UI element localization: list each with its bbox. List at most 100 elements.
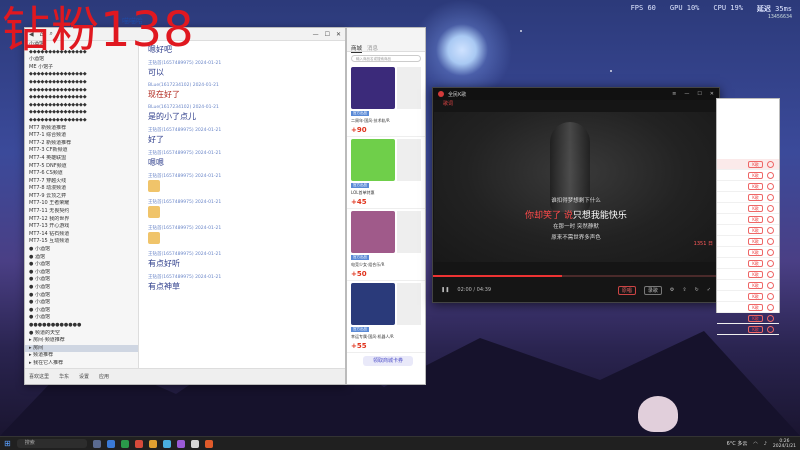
add-icon[interactable] (767, 183, 774, 190)
app-icon[interactable] (162, 439, 171, 448)
song-list-row[interactable]: K歌 (717, 159, 779, 170)
channel-tree-item[interactable]: MT7-6 CS频道 (25, 170, 138, 178)
song-list-row[interactable]: K歌 (717, 214, 779, 225)
app-icon[interactable] (204, 439, 213, 448)
channel-tree-item[interactable]: ● 酒馆 (25, 254, 138, 262)
channel-tree-item[interactable]: ◆◆◆◆◆◆◆◆◆◆◆◆◆◆◆ (25, 102, 138, 110)
weather-readout[interactable]: 6°C 多云 (727, 440, 748, 447)
shop-coupon-button[interactable]: 领取商城卡券 (363, 356, 413, 366)
sing-button[interactable]: K歌 (748, 282, 763, 289)
app-icon[interactable] (120, 439, 129, 448)
start-icon[interactable]: ⊞ (4, 439, 11, 448)
channel-tree-item[interactable]: MT7-11 无畏契约 (25, 208, 138, 216)
sing-button[interactable]: K歌 (748, 183, 763, 190)
channel-tree-item[interactable]: MT7-4 英雄联盟 (25, 155, 138, 163)
channel-tree-item[interactable]: MT7-5 DNF频道 (25, 163, 138, 171)
song-list-row[interactable]: K歌 (717, 269, 779, 280)
maximize-icon[interactable]: ☐ (697, 91, 701, 97)
add-icon[interactable] (767, 205, 774, 212)
channel-tree-item[interactable]: ●●●●●●●●●●●● (25, 322, 138, 330)
channel-tree-item[interactable]: ◆◆◆◆◆◆◆◆◆◆◆◆◆◆◆ (25, 87, 138, 95)
sing-button[interactable]: K歌 (748, 260, 763, 267)
channel-tree-item[interactable]: ◆◆◆◆◆◆◆◆◆◆◆◆◆◆◆ (25, 109, 138, 117)
sing-button[interactable]: K歌 (748, 172, 763, 179)
song-list-row[interactable]: K歌 (717, 247, 779, 258)
add-icon[interactable] (767, 249, 774, 256)
add-icon[interactable] (767, 293, 774, 300)
channel-tree-item[interactable]: ◆◆◆◆◆◆◆◆◆◆◆◆◆◆◆ (25, 79, 138, 87)
song-list-row[interactable]: K歌 (717, 170, 779, 181)
add-icon[interactable] (767, 216, 774, 223)
channel-tree-item[interactable]: MT7-12 我的世界 (25, 216, 138, 224)
sing-button[interactable]: K歌 (748, 205, 763, 212)
channel-tree-item[interactable]: MT7-10 王者荣耀 (25, 200, 138, 208)
channel-tree-item[interactable]: MT7-14 钻石频道 (25, 231, 138, 239)
sing-button[interactable]: K歌 (748, 227, 763, 234)
chat-bottom-button[interactable]: 喜欢这里 (29, 373, 49, 380)
channel-tree-item[interactable]: MT7 新频道推荐 (25, 125, 138, 133)
close-icon[interactable]: ✕ (336, 31, 341, 38)
add-icon[interactable] (767, 315, 774, 322)
channel-tree-item[interactable]: ME 小馆子 (25, 64, 138, 72)
volume-icon[interactable]: ♪ (764, 441, 767, 447)
shop-item[interactable]: 官方出品 LOL首单特惠 +45 (347, 137, 425, 209)
app-icon[interactable] (148, 439, 157, 448)
add-icon[interactable] (767, 304, 774, 311)
clock[interactable]: 0:26 2024/1/21 (773, 439, 796, 449)
add-icon[interactable] (767, 227, 774, 234)
channel-tree-item[interactable]: MT7-8 动漫频道 (25, 185, 138, 193)
sing-button[interactable]: K歌 (748, 238, 763, 245)
close-icon[interactable]: ✕ (710, 91, 714, 97)
shop-search-input[interactable]: 输入商品名或搜索商品 (351, 55, 421, 62)
sing-button[interactable]: K歌 (748, 216, 763, 223)
sing-button[interactable]: K歌 (748, 194, 763, 201)
channel-tree-item[interactable]: ▸ 房间·频道推荐 (25, 337, 138, 345)
shop-item[interactable]: 官方出品 电竞少女·组合乐/R +50 (347, 209, 425, 281)
taskbar-search[interactable]: 搜索 (16, 439, 87, 448)
song-list-row[interactable]: K歌 (717, 203, 779, 214)
chat-bottom-button[interactable]: 设置 (79, 373, 89, 380)
record-button[interactable]: 录歌 (643, 285, 662, 295)
player-subtitle[interactable]: 歌词 (433, 100, 719, 110)
minimize-icon[interactable]: — (684, 91, 689, 97)
desktop-pet[interactable] (638, 396, 678, 432)
song-list-row[interactable]: K歌 (717, 192, 779, 203)
sing-button[interactable]: K歌 (748, 326, 763, 333)
channel-tree-item[interactable]: MT7-15 互动频道 (25, 238, 138, 246)
channel-tree-item[interactable]: ● 小酒馆 (25, 314, 138, 322)
channel-tree-item[interactable]: ● 小酒馆 (25, 269, 138, 277)
sing-button[interactable]: K歌 (748, 271, 763, 278)
settings-icon[interactable]: ⚙ (670, 287, 674, 293)
sing-button[interactable]: K歌 (748, 161, 763, 168)
channel-tree-item[interactable]: MT7-1 综合频道 (25, 132, 138, 140)
channel-tree-item[interactable]: ● 小酒馆 (25, 299, 138, 307)
add-icon[interactable] (767, 260, 774, 267)
menu-icon[interactable]: ≡ (672, 91, 676, 97)
add-icon[interactable] (767, 172, 774, 179)
channel-tree-item[interactable]: ▸ 房间 (25, 344, 138, 353)
pause-icon[interactable]: ❚❚ (441, 287, 449, 293)
sing-button[interactable]: K歌 (748, 293, 763, 300)
app-icon[interactable] (92, 439, 101, 448)
channel-tree-item[interactable]: ● 小酒馆 (25, 246, 138, 254)
add-icon[interactable] (767, 282, 774, 289)
song-list-row[interactable]: K歌 (717, 291, 779, 302)
maximize-icon[interactable]: ☐ (325, 31, 330, 38)
song-list-row[interactable]: K歌 (717, 236, 779, 247)
shop-item[interactable]: 官方出品 幸运专属·国风·机器人/R +55 (347, 281, 425, 353)
tab-shop[interactable]: 商城 (351, 44, 363, 53)
song-list-row[interactable]: K歌 (717, 280, 779, 291)
song-list-row[interactable]: K歌 (717, 181, 779, 192)
share-icon[interactable]: ⇪ (682, 287, 686, 293)
channel-tree-item[interactable]: MT7-7 穿越火线 (25, 178, 138, 186)
song-list-row[interactable]: K歌 (717, 324, 779, 335)
sing-button[interactable]: K歌 (748, 315, 763, 322)
add-icon[interactable] (767, 271, 774, 278)
channel-tree-item[interactable]: ● 小酒馆 (25, 276, 138, 284)
song-list-row[interactable]: K歌 (717, 302, 779, 313)
add-icon[interactable] (767, 194, 774, 201)
channel-tree-item[interactable]: MT7-3 CF新频道 (25, 147, 138, 155)
channel-tree-item[interactable]: ● 小酒馆 (25, 284, 138, 292)
channel-tree-item[interactable]: ◆◆◆◆◆◆◆◆◆◆◆◆◆◆◆ (25, 94, 138, 102)
channel-tree-item[interactable]: ● 小酒馆 (25, 261, 138, 269)
